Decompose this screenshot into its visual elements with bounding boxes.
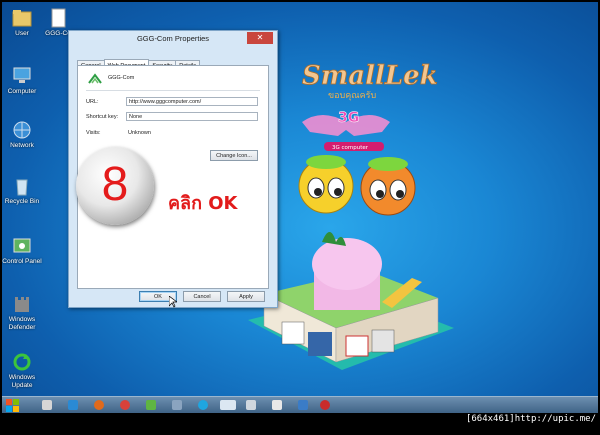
shortcut-name: GGG-Com [108,75,135,81]
firefox-icon[interactable] [94,400,104,410]
instruction-text: คลิก OK [168,193,238,214]
step-number-badge: 8 [76,147,154,225]
desktop: User GGG-Co Computer Network Recycle Bin [2,2,598,412]
utorrent-icon[interactable] [146,400,156,410]
url-label: URL: [86,99,99,105]
visits-label: Visits: [86,130,101,136]
screenshot-frame: User GGG-Co Computer Network Recycle Bin [0,0,600,435]
taskbar-app-icon[interactable] [246,400,256,410]
taskbar-app-icon[interactable] [272,400,282,410]
ie-icon[interactable] [68,400,78,410]
divider [86,90,260,91]
titlebar[interactable]: GGG-Com Properties ✕ [69,31,277,47]
url-field[interactable]: http://www.gggcomputer.com/ [126,97,258,106]
window-title: GGG-Com Properties [136,34,210,43]
upic-watermark: [664x461]http://upic.me/ [465,414,596,424]
taskbar-app-icon[interactable] [298,400,308,410]
visits-value: Unknown [128,130,151,136]
smiley-orange-icon [360,157,416,216]
shortcut-key-field[interactable]: None [126,112,258,121]
explorer-icon[interactable] [220,400,236,410]
wallpaper-logo: 3G [338,110,359,126]
chrome-icon[interactable] [120,400,130,410]
apply-button[interactable]: Apply [227,291,265,302]
close-button[interactable]: ✕ [247,32,273,44]
smiley-yellow-icon [298,155,354,214]
taskbar-app-icon[interactable] [320,400,330,410]
wallpaper-logo-sub: 3G computer [332,145,369,151]
wallpaper-title: SmallLek [302,61,438,91]
step-number: 8 [101,158,129,211]
mouse-cursor-icon [168,295,179,313]
start-button-icon[interactable] [6,398,20,412]
cancel-button[interactable]: Cancel [183,291,221,302]
change-icon-button[interactable]: Change Icon... [210,150,258,161]
shortcut-key-label: Shortcut key: [86,114,119,120]
skype-icon[interactable] [198,400,208,410]
tab-strip: GeneralWeb DocumentSecurityDetails [77,53,201,71]
wallpaper-subtitle: ขอบคุณครับ [328,91,376,101]
taskbar-app-icon[interactable] [172,400,182,410]
taskbar-app-icon[interactable] [42,400,52,410]
taskbar [2,396,598,413]
shop-3d-illustration [248,232,454,370]
ggg-logo-icon [88,72,102,84]
